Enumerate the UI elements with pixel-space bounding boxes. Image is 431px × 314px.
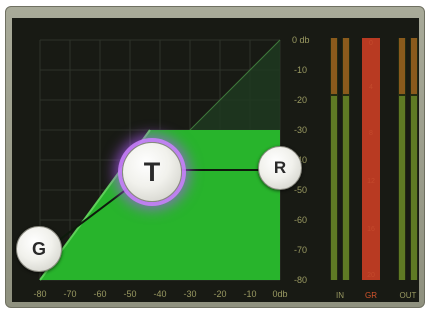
y-tick-label: -30 [294,125,308,135]
gr-scale-label: 12 [367,178,375,185]
y-tick-label: -10 [294,65,308,75]
x-tick-label: -10 [243,289,257,299]
threshold-knob-label: T [143,156,161,187]
out-meter [398,38,418,280]
in-meter-label: IN [336,291,344,300]
x-tick-label: -40 [153,289,167,299]
ratio-knob-label: R [273,158,287,177]
gr-scale-label: 0 [369,40,373,47]
x-tick-label: -70 [63,289,77,299]
gr-meter [362,38,380,280]
x-tick-label: -30 [183,289,197,299]
gr-scale-label: 20 [367,272,375,279]
gain-knob[interactable]: G [16,226,62,272]
gr-scale-label: 16 [367,226,375,233]
y-tick-label: 0 db [292,35,310,45]
threshold-knob[interactable]: T [122,142,182,202]
y-tick-label: -60 [294,215,308,225]
y-tick-label: -80 [294,275,308,285]
gr-scale-label: 8 [369,130,373,137]
x-tick-label: -50 [123,289,137,299]
y-tick-label: -50 [294,185,308,195]
transfer-curve-graph [37,38,418,281]
ratio-knob[interactable]: R [258,146,302,190]
out-meter-label: OUT [399,291,417,300]
x-tick-label: -20 [213,289,227,299]
gain-knob-label: G [31,238,46,259]
y-tick-label: -20 [294,95,308,105]
gr-scale-label: 4 [369,84,373,91]
gr-meter-label: GR [365,291,377,300]
x-tick-label: -80 [33,289,47,299]
x-tick-label: 0db [272,289,288,299]
x-tick-label: -60 [93,289,107,299]
in-meter [330,38,350,280]
y-tick-label: -70 [294,245,308,255]
compressor-panel: 0 db -10 -20 -30 -40 -50 -60 -70 -80 -80… [12,18,419,302]
